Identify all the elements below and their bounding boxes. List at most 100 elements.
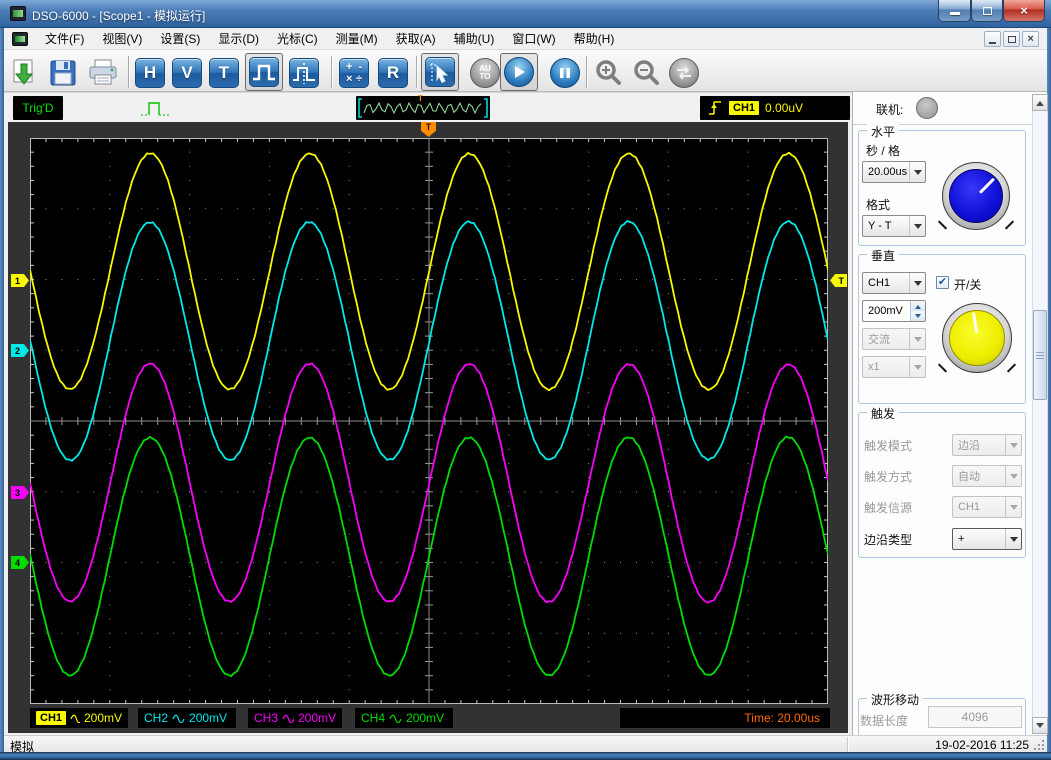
child-window-buttons: × — [984, 31, 1039, 47]
channel-1-readout[interactable]: CH1 200mV — [30, 708, 128, 728]
sec-per-div-value: 20.00us — [868, 166, 907, 178]
pulse-mode-button[interactable] — [245, 53, 283, 91]
trigger-source-select: CH1 — [952, 496, 1022, 518]
zoom-out-button[interactable] — [629, 56, 663, 90]
scope-document-icon — [12, 32, 28, 46]
child-close-button[interactable]: × — [1022, 31, 1039, 47]
mode-status: 模拟 — [10, 738, 34, 755]
horizontal-setup-button[interactable]: H — [133, 56, 167, 90]
open-button[interactable] — [6, 56, 40, 90]
trigger-mode-value: 边沿 — [958, 437, 980, 453]
print-button[interactable] — [86, 56, 120, 90]
run-button[interactable] — [500, 53, 538, 91]
reference-button[interactable]: R — [376, 56, 410, 90]
edge-type-select[interactable]: + — [952, 528, 1022, 550]
child-minimize-button[interactable] — [984, 31, 1001, 47]
pulse-measure-button[interactable] — [287, 56, 321, 90]
math-plus: + — [346, 61, 352, 73]
menu-bar: 文件(F) 视图(V) 设置(S) 显示(D) 光标(C) 测量(M) 获取(A… — [4, 28, 1047, 50]
menu-utility[interactable]: 辅助(U) — [445, 27, 504, 50]
minimize-button[interactable] — [938, 0, 971, 22]
menu-display[interactable]: 显示(D) — [209, 27, 268, 50]
math-button[interactable]: + - × ÷ — [337, 56, 371, 90]
volts-per-div-spinner[interactable]: 200mV — [862, 300, 926, 322]
cursor-icon — [425, 57, 455, 87]
swap-arrows-icon — [669, 58, 699, 88]
up-arrow-icon — [915, 302, 921, 309]
window-border-bottom — [0, 752, 1051, 760]
horizontal-knob[interactable] — [942, 162, 1010, 230]
auto-icon: AUTO — [470, 58, 500, 88]
menu-window[interactable]: 窗口(W) — [503, 27, 564, 50]
sec-per-div-label: 秒 / 格 — [866, 142, 900, 159]
menu-measure[interactable]: 测量(M) — [327, 27, 387, 50]
online-indicator[interactable] — [916, 97, 938, 119]
vertical-setup-icon: V — [172, 58, 202, 88]
trigger-source-label: 触发信源 — [864, 499, 912, 516]
channel-3-marker[interactable]: 3 — [11, 486, 29, 499]
wave-move-group-title: 波形移动 — [867, 691, 923, 708]
scroll-down-button[interactable] — [1032, 717, 1048, 734]
probe-value: x1 — [868, 361, 880, 373]
restore-button[interactable] — [971, 0, 1003, 22]
pulse-measure-icon — [289, 58, 319, 88]
dropdown-arrow-icon — [909, 329, 925, 349]
menu-view[interactable]: 视图(V) — [93, 27, 151, 50]
channel-3-readout[interactable]: CH3 200mV — [248, 708, 342, 728]
resize-grip[interactable] — [1034, 740, 1044, 750]
channel-1-marker[interactable]: 1 — [11, 274, 29, 287]
channel-2-marker[interactable]: 2 — [11, 344, 29, 357]
volts-per-div-value: 200mV — [868, 305, 903, 317]
toolbar-separator — [586, 56, 587, 88]
menu-help[interactable]: 帮助(H) — [565, 27, 624, 50]
channel-on-checkbox[interactable]: ✔ — [936, 276, 949, 289]
menu-settings[interactable]: 设置(S) — [151, 27, 209, 50]
format-select[interactable]: Y - T — [862, 215, 926, 237]
trigger-sweep-select: 自动 — [952, 465, 1022, 487]
channel-2-readout[interactable]: CH2 200mV — [138, 708, 236, 728]
auto-button[interactable]: AUTO — [468, 56, 502, 90]
scroll-up-button[interactable] — [1032, 94, 1048, 111]
dropdown-arrow-icon — [1005, 466, 1021, 486]
scrollbar-thumb[interactable] — [1033, 310, 1047, 400]
waveform-plot — [30, 138, 828, 704]
format-value: Y - T — [868, 220, 891, 232]
menu-cursor[interactable]: 光标(C) — [268, 27, 327, 50]
waveform-preview[interactable]: T — [356, 96, 490, 120]
channel-4-readout[interactable]: CH4 200mV — [355, 708, 453, 728]
window-border-left — [0, 28, 4, 752]
cursor-button[interactable] — [421, 53, 459, 91]
math-minus: - — [358, 61, 362, 73]
trigger-mode-select: 边沿 — [952, 434, 1022, 456]
zoom-in-button[interactable] — [591, 56, 625, 90]
pause-button[interactable] — [548, 56, 582, 90]
graticule-area — [30, 138, 828, 704]
data-length-label: 数据长度 — [860, 712, 908, 729]
datetime-status: 19-02-2016 11:25 — [935, 738, 1029, 752]
ac-coupling-icon — [70, 714, 80, 723]
coupling-select: 交流 — [862, 328, 926, 350]
channel-select[interactable]: CH1 — [862, 272, 926, 294]
menu-acquire[interactable]: 获取(A) — [387, 27, 445, 50]
format-label: 格式 — [866, 196, 890, 213]
trigger-position-marker[interactable]: T — [421, 122, 436, 137]
channel-4-marker[interactable]: 4 — [11, 556, 29, 569]
dropdown-arrow-icon — [909, 162, 925, 182]
trigger-setup-button[interactable]: T — [207, 56, 241, 90]
refresh-button[interactable] — [667, 56, 701, 90]
spin-up-button[interactable] — [911, 301, 925, 311]
spin-down-button[interactable] — [911, 311, 925, 321]
statusbar-divider — [847, 737, 848, 752]
trigger-level-value: 0.00uV — [765, 101, 803, 115]
save-button[interactable] — [46, 56, 80, 90]
sec-per-div-select[interactable]: 20.00us — [862, 161, 926, 183]
trigger-level-marker[interactable]: T — [830, 274, 847, 287]
vertical-knob[interactable] — [942, 303, 1012, 373]
panel-scrollbar[interactable] — [1032, 94, 1048, 734]
menu-file[interactable]: 文件(F) — [36, 27, 93, 50]
dropdown-arrow-icon — [1005, 435, 1021, 455]
math-icon: + - × ÷ — [339, 58, 369, 88]
vertical-setup-button[interactable]: V — [170, 56, 204, 90]
child-restore-button[interactable] — [1003, 31, 1020, 47]
close-button[interactable]: × — [1003, 0, 1045, 22]
